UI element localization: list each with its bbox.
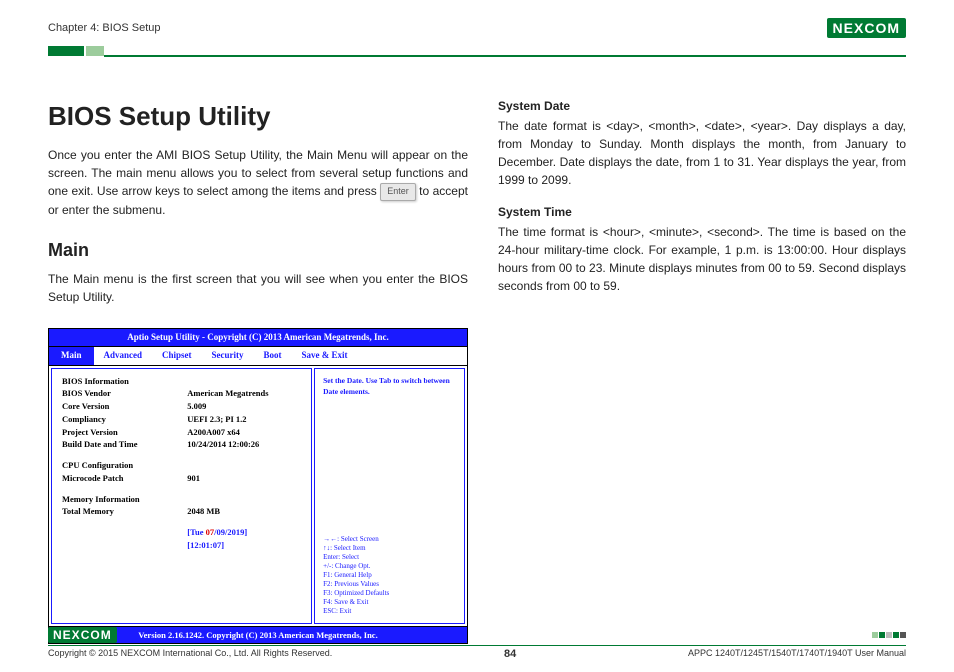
- bios-menu: Main Advanced Chipset Security Boot Save…: [49, 347, 467, 366]
- help-key-0: →←: Select Screen: [323, 535, 456, 544]
- enter-key-icon: Enter: [380, 183, 416, 201]
- footer-logo: NEXCOM: [48, 627, 117, 643]
- system-time-value: [12:01:07]: [187, 539, 301, 552]
- project-version-value: A200A007 x64: [187, 426, 301, 439]
- microcode-label: Microcode Patch: [62, 472, 187, 485]
- help-key-2: Enter: Select: [323, 553, 456, 562]
- bios-vendor-label: BIOS Vendor: [62, 387, 187, 400]
- memory-info-header: Memory Information: [62, 493, 301, 506]
- system-date-body: The date format is <day>, <month>, <date…: [498, 117, 906, 189]
- total-memory-label: Total Memory: [62, 505, 187, 518]
- header-tab-decor-light: [86, 46, 104, 56]
- help-key-4: F1: General Help: [323, 571, 456, 580]
- bios-right-panel: Set the Date. Use Tab to switch between …: [314, 368, 465, 624]
- help-key-7: F4: Save & Exit: [323, 598, 456, 607]
- footer-decor-squares: [872, 632, 906, 638]
- intro-paragraph: Once you enter the AMI BIOS Setup Utilit…: [48, 146, 468, 219]
- system-date-heading: System Date: [498, 97, 906, 115]
- bios-tab-main: Main: [49, 347, 94, 365]
- bios-titlebar: Aptio Setup Utility - Copyright (C) 2013…: [49, 329, 467, 348]
- bios-tab-advanced: Advanced: [94, 347, 153, 365]
- system-time-label: System Time: [62, 539, 187, 552]
- header-tab-decor: [48, 46, 84, 56]
- total-memory-value: 2048 MB: [187, 505, 301, 518]
- system-time-heading: System Time: [498, 203, 906, 221]
- bios-left-panel: BIOS Information BIOS VendorAmerican Meg…: [51, 368, 312, 624]
- brand-logo: NEXCOM: [827, 18, 906, 38]
- chapter-label: Chapter 4: BIOS Setup: [48, 22, 161, 34]
- page-number: 84: [504, 648, 516, 660]
- bios-info-header: BIOS Information: [62, 375, 301, 388]
- system-date-value: [Tue 07/09/2019]: [187, 526, 301, 539]
- page-title: BIOS Setup Utility: [48, 97, 468, 136]
- bios-vendor-value: American Megatrends: [187, 387, 301, 400]
- system-date-label: System Date: [62, 526, 187, 539]
- help-key-6: F3: Optimized Defaults: [323, 589, 456, 598]
- core-version-label: Core Version: [62, 400, 187, 413]
- footer-manual: APPC 1240T/1245T/1540T/1740T/1940T User …: [688, 648, 906, 660]
- bios-tab-security: Security: [202, 347, 254, 365]
- bios-help-keys: →←: Select Screen ↑↓: Select Item Enter:…: [323, 535, 456, 617]
- compliancy-label: Compliancy: [62, 413, 187, 426]
- core-version-value: 5.009: [187, 400, 301, 413]
- build-date-value: 10/24/2014 12:00:26: [187, 438, 301, 451]
- bios-tab-boot: Boot: [254, 347, 292, 365]
- main-heading: Main: [48, 237, 468, 264]
- help-key-1: ↑↓: Select Item: [323, 544, 456, 553]
- help-key-5: F2: Previous Values: [323, 580, 456, 589]
- help-key-3: +/-: Change Opt.: [323, 562, 456, 571]
- footer-copyright: Copyright © 2015 NEXCOM International Co…: [48, 648, 332, 660]
- cpu-config-header: CPU Configuration: [62, 459, 301, 472]
- project-version-label: Project Version: [62, 426, 187, 439]
- build-date-label: Build Date and Time: [62, 438, 187, 451]
- compliancy-value: UEFI 2.3; PI 1.2: [187, 413, 301, 426]
- header-rule: [104, 55, 906, 57]
- microcode-value: 901: [187, 472, 301, 485]
- bios-tab-saveexit: Save & Exit: [292, 347, 358, 365]
- footer-rule: [48, 645, 906, 646]
- bios-tab-chipset: Chipset: [152, 347, 202, 365]
- help-key-8: ESC: Exit: [323, 607, 456, 616]
- system-time-body: The time format is <hour>, <minute>, <se…: [498, 223, 906, 295]
- bios-help-text: Set the Date. Use Tab to switch between …: [323, 375, 456, 398]
- bios-screenshot: Aptio Setup Utility - Copyright (C) 2013…: [48, 328, 468, 645]
- main-paragraph: The Main menu is the first screen that y…: [48, 270, 468, 306]
